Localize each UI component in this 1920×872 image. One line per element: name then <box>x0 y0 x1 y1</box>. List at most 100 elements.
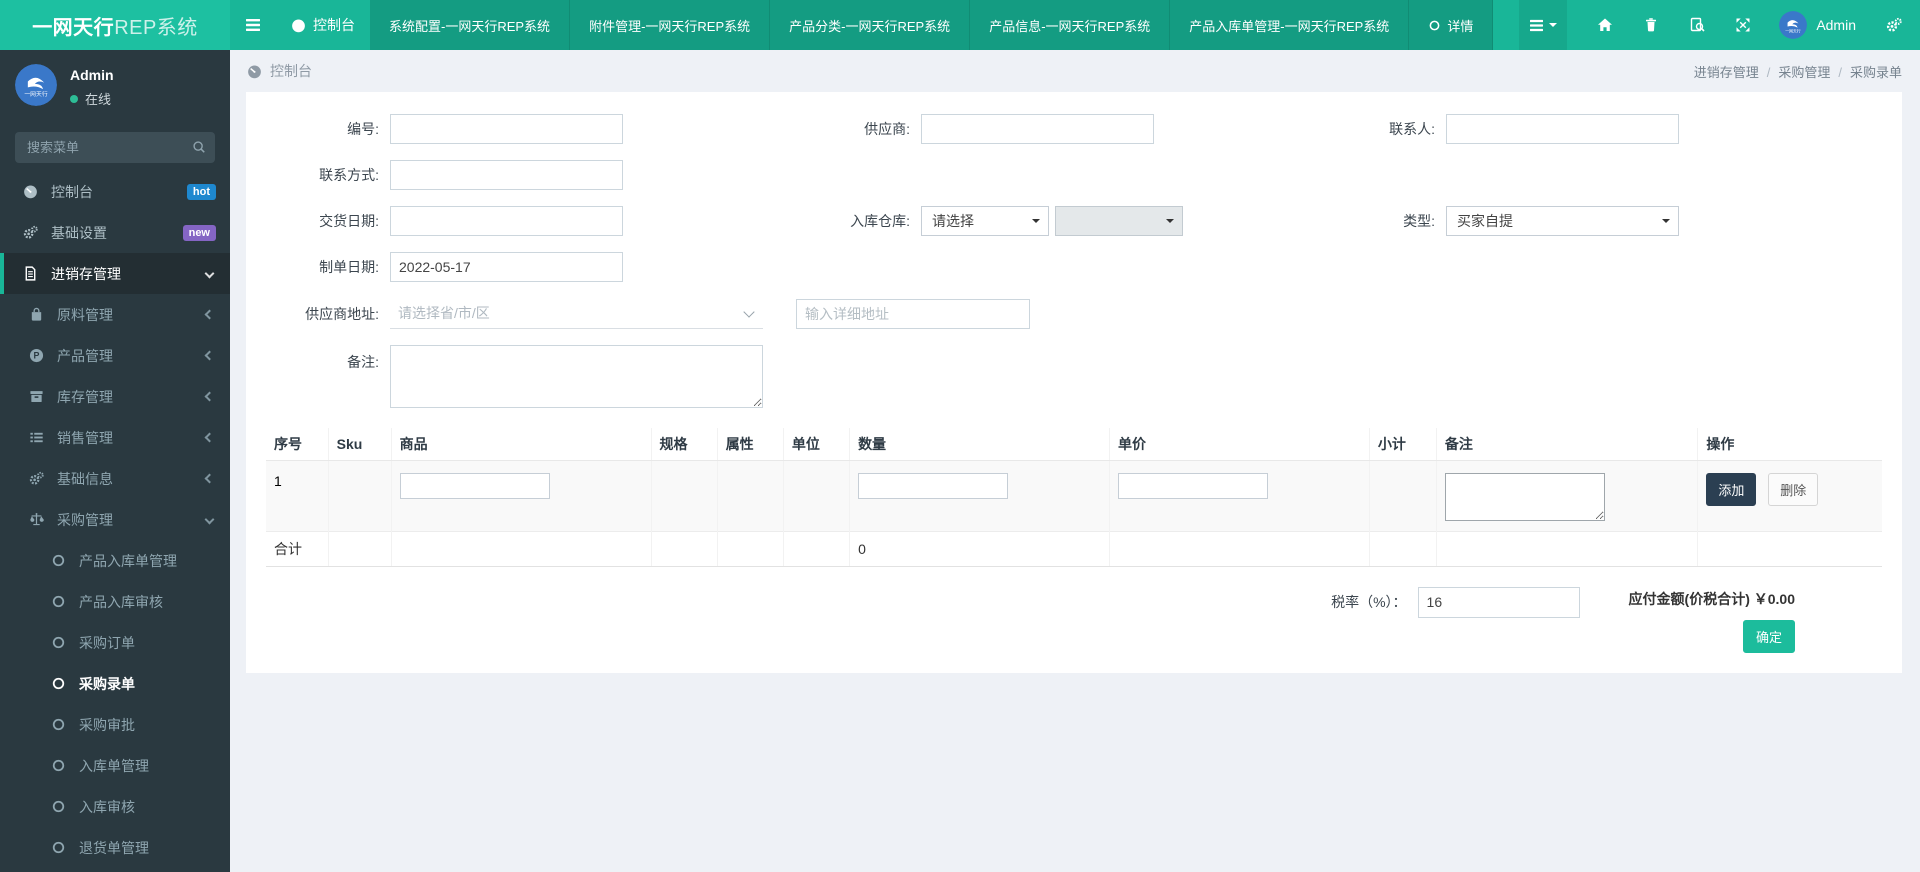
navbar-tab-detail[interactable]: 详情 <box>1409 0 1494 50</box>
tacho-icon <box>23 184 38 199</box>
caret-down-icon <box>1032 219 1040 227</box>
breadcrumb-item[interactable]: 采购录单 <box>1850 65 1902 80</box>
ring-icon <box>51 676 66 691</box>
caret-down-icon <box>1166 219 1174 227</box>
sidebar-user-panel: Admin 在线 <box>0 50 230 118</box>
sidebar-item[interactable]: 原料管理 <box>0 294 230 335</box>
code-label: 编号: <box>347 121 379 137</box>
sidebar-item[interactable]: 销售管理 <box>0 417 230 458</box>
warehouse-sub-select[interactable] <box>1055 206 1183 236</box>
scale-icon <box>29 512 44 527</box>
brand-rest: REP系统 <box>114 16 198 39</box>
type-select-value: 买家自提 <box>1457 213 1513 229</box>
code-input[interactable] <box>390 114 623 144</box>
fullscreen-button[interactable] <box>1735 17 1751 33</box>
sidebar-item-label: 退货单管理 <box>79 839 149 856</box>
nav-dashboard[interactable]: 控制台 <box>276 0 370 50</box>
add-row-button[interactable]: 添加 <box>1706 472 1757 506</box>
type-select[interactable]: 买家自提 <box>1446 206 1679 236</box>
breadcrumb: 进销存管理 / 采购管理 / 采购录单 <box>1694 62 1902 81</box>
navbar-tab[interactable]: 附件管理-一网天行REP系统 <box>570 0 771 50</box>
breadcrumb-item[interactable]: 进销存管理 <box>1694 65 1759 80</box>
contact-way-label: 联系方式: <box>319 167 379 183</box>
sidebar-item[interactable]: 基础设置 new <box>0 212 230 253</box>
sidebar-item[interactable]: 采购审批 <box>0 704 230 745</box>
column-header: 备注 <box>1436 428 1699 461</box>
sidebar-item[interactable]: 进销存管理 <box>0 253 230 294</box>
sidebar-item[interactable]: 产品管理 <box>0 335 230 376</box>
tabs-dropdown-button[interactable] <box>1519 0 1568 50</box>
chevron-left-icon <box>204 473 215 484</box>
page-title: 控制台 <box>270 63 312 79</box>
sidebar: Admin 在线 控制台 hot 基础设置 new 进销存管理原料管理产品管理库存管理销… <box>0 50 230 872</box>
sidebar-item[interactable]: 采购录单 <box>0 663 230 704</box>
navbar-tab[interactable]: 产品入库单管理-一网天行REP系统 <box>1170 0 1410 50</box>
expand-icon <box>1735 17 1751 33</box>
sidebar-toggle-button[interactable] <box>230 0 276 50</box>
trash-button[interactable] <box>1643 17 1659 33</box>
gears-icon <box>23 225 38 240</box>
sidebar-item[interactable]: 库存管理 <box>0 376 230 417</box>
ring-icon <box>51 635 66 650</box>
file-icon <box>23 266 38 281</box>
delete-row-button[interactable]: 删除 <box>1768 472 1819 506</box>
column-header: 属性 <box>717 428 784 461</box>
sidebar-item[interactable]: 产品入库单管理 <box>0 540 230 581</box>
search-input[interactable] <box>15 132 215 163</box>
app-logo[interactable]: 一网天行 REP系统 <box>0 0 230 50</box>
column-header: 单价 <box>1109 428 1370 461</box>
sidebar-item[interactable]: 退货单管理 <box>0 827 230 868</box>
breadcrumb-item[interactable]: 采购管理 <box>1778 65 1830 80</box>
region-select[interactable]: 请选择省/市/区 <box>390 298 763 329</box>
brand-bold: 一网天行 <box>32 16 115 39</box>
navbar-tab[interactable]: 系统配置-一网天行REP系统 <box>370 0 571 50</box>
remark-textarea[interactable] <box>390 345 763 408</box>
sidebar-item[interactable]: 采购订单 <box>0 622 230 663</box>
nav-dashboard-label: 控制台 <box>313 17 355 33</box>
items-table: 序号 Sku 商品 规格 属性 单位 数量 单价 小计 备注 操作 1 添加 删… <box>266 428 1882 567</box>
quantity-input[interactable] <box>858 472 1009 499</box>
sidebar-item[interactable]: 产品入库审核 <box>0 581 230 622</box>
warehouse-select[interactable]: 请选择 <box>921 206 1049 236</box>
sidebar-item[interactable]: 入库审核 <box>0 786 230 827</box>
column-header: 小计 <box>1369 428 1437 461</box>
sidebar-item[interactable]: 控制台 hot <box>0 171 230 212</box>
row-remark-textarea[interactable] <box>1444 472 1605 521</box>
table-total-row: 合计 0 <box>266 530 1882 567</box>
supplier-input[interactable] <box>921 114 1154 144</box>
address-detail-input[interactable] <box>796 298 1030 329</box>
bars-icon <box>1529 19 1544 32</box>
chevron-down-icon <box>204 514 215 525</box>
supplier-label: 供应商: <box>864 121 910 137</box>
row-index: 1 <box>266 460 329 531</box>
home-button[interactable] <box>1597 17 1613 33</box>
tax-rate-input[interactable] <box>1417 586 1580 618</box>
settings-button[interactable] <box>1886 17 1902 33</box>
sidebar-item[interactable]: 基础信息 <box>0 458 230 499</box>
user-menu[interactable]: Admin <box>1779 11 1856 39</box>
unit-price-input[interactable] <box>1117 472 1268 499</box>
order-date-input[interactable] <box>390 252 623 282</box>
confirm-button[interactable]: 确定 <box>1742 619 1795 653</box>
sidebar-item[interactable]: 采购管理 <box>0 499 230 540</box>
clear-cache-button[interactable] <box>1689 17 1705 33</box>
navbar-tab[interactable]: 产品信息-一网天行REP系统 <box>970 0 1171 50</box>
content-area: 控制台 进销存管理 / 采购管理 / 采购录单 编号: 供应商: 联系人: 联系方式: … <box>230 50 1920 872</box>
column-header: 单位 <box>783 428 851 461</box>
caret-down-icon <box>1662 219 1670 227</box>
contact-input[interactable] <box>1446 114 1679 144</box>
type-label: 类型: <box>1403 213 1435 229</box>
sidebar-item[interactable]: 入库单管理 <box>0 745 230 786</box>
table-row: 1 添加 删除 <box>266 460 1882 531</box>
delivery-date-input[interactable] <box>390 206 623 236</box>
row-attr <box>717 460 784 531</box>
chevron-down-icon <box>743 306 755 318</box>
chevron-down-icon <box>204 268 215 279</box>
gears-icon <box>1886 17 1902 33</box>
contact-way-input[interactable] <box>390 160 623 190</box>
sidebar-item-label: 库存管理 <box>57 388 113 405</box>
product-input[interactable] <box>399 472 550 499</box>
navbar-tab[interactable]: 产品分类-一网天行REP系统 <box>770 0 971 50</box>
supplier-address-label: 供应商地址: <box>305 305 379 322</box>
search-icon[interactable] <box>192 140 206 159</box>
